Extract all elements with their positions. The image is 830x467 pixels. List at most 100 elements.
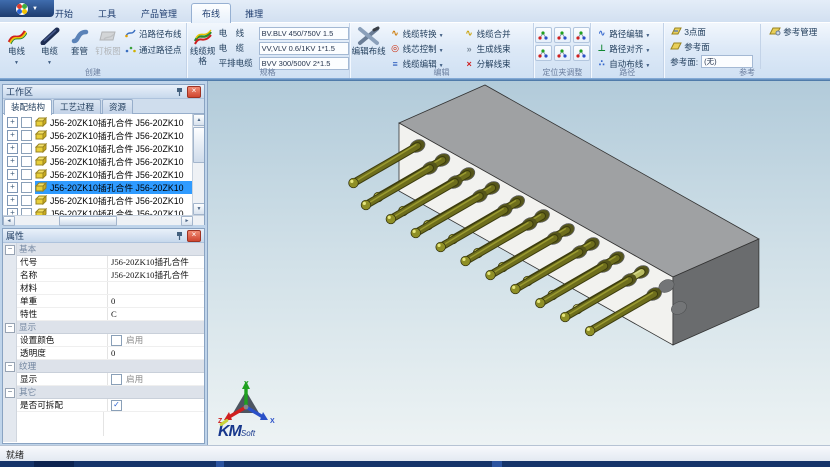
tree-item[interactable]: +J56-20ZK10插孔合件 J56-20ZK10 xyxy=(3,129,193,142)
edit-route-button[interactable]: 编辑布线 xyxy=(350,24,388,66)
property-value[interactable]: J56-20ZK10插孔合件 xyxy=(108,269,204,281)
workspace-tab-1[interactable]: 工艺过程 xyxy=(53,99,101,114)
clamp-adjust-button-4[interactable] xyxy=(554,45,571,61)
clamp-adjust-button-1[interactable] xyxy=(554,27,571,43)
app-tab-1[interactable]: 工具 xyxy=(87,3,127,22)
tree-checkbox[interactable] xyxy=(21,156,32,167)
spec-field-1[interactable]: VV,VLV 0.6/1KV 1*1.5 xyxy=(259,42,349,55)
edit-button-1[interactable]: »生成线束 xyxy=(462,41,513,56)
tree-item[interactable]: +J56-20ZK10插孔合件 J56-20ZK10 xyxy=(3,207,193,215)
tree-item[interactable]: +J56-20ZK10插孔合件 J56-20ZK10 xyxy=(3,155,193,168)
workspace-tab-0[interactable]: 装配结构 xyxy=(4,99,52,115)
property-section-9[interactable]: 纹理 xyxy=(16,360,204,373)
property-value[interactable]: 启用 xyxy=(108,373,204,385)
path-menu-0[interactable]: ∿路径编辑 xyxy=(594,26,652,41)
app-logo-icon xyxy=(16,3,28,15)
app-tab-0[interactable]: 开始 xyxy=(44,3,84,22)
expand-icon[interactable]: + xyxy=(7,182,18,193)
ref-plane-field-label: 参考面: xyxy=(670,56,698,68)
spec-field-0[interactable]: BV.BLV 450/750V 1.5 xyxy=(259,27,349,40)
scroll-left-button[interactable] xyxy=(3,216,15,226)
cable-spec-button[interactable]: 线缆规格 xyxy=(187,24,219,66)
ref-manage-button[interactable]: 参考管理 xyxy=(767,24,819,39)
property-section-11[interactable]: 其它 xyxy=(16,386,204,399)
property-value[interactable]: 0 xyxy=(108,295,204,307)
path-menu-1[interactable]: ⊥路径对齐 xyxy=(594,41,652,56)
expand-icon[interactable]: + xyxy=(7,156,18,167)
cable-button[interactable]: 电缆 xyxy=(33,24,66,66)
expand-icon[interactable]: + xyxy=(7,195,18,206)
tree-checkbox[interactable] xyxy=(21,169,32,180)
expand-icon[interactable]: + xyxy=(7,130,18,141)
scroll-right-button[interactable] xyxy=(181,216,193,226)
scroll-thumb[interactable] xyxy=(193,127,204,163)
tree-item[interactable]: +J56-20ZK10插孔合件 J56-20ZK10 xyxy=(3,168,193,181)
property-value[interactable]: 0 xyxy=(108,347,204,359)
app-tab-4[interactable]: 推理 xyxy=(234,3,274,22)
expand-icon[interactable]: + xyxy=(7,143,18,154)
property-checkbox[interactable] xyxy=(111,400,122,411)
property-value[interactable]: 启用 xyxy=(108,334,204,346)
tree-checkbox[interactable] xyxy=(21,130,32,141)
3d-viewport[interactable]: Y Z X KMSoft xyxy=(207,81,830,445)
edit-menu-1[interactable]: ◎线芯控制 xyxy=(388,41,462,56)
tree-checkbox[interactable] xyxy=(21,208,32,215)
assembly-tree: +J56-20ZK10插孔合件 J56-20ZK10+J56-20ZK10插孔合… xyxy=(3,114,204,215)
tree-item[interactable]: +J56-20ZK10插孔合件 J56-20ZK10 xyxy=(3,116,193,129)
tree-checkbox[interactable] xyxy=(21,143,32,154)
edit-button-0[interactable]: ∿线缆合并 xyxy=(462,26,513,41)
tree-item[interactable]: +J56-20ZK10插孔合件 J56-20ZK10 xyxy=(3,142,193,155)
collapse-icon[interactable] xyxy=(5,245,15,255)
path-menu-0-label: 路径编辑 xyxy=(609,28,643,40)
tree-checkbox[interactable] xyxy=(21,195,32,206)
scroll-up-button[interactable] xyxy=(193,114,204,126)
scroll-thumb[interactable] xyxy=(59,216,117,226)
collapse-icon[interactable] xyxy=(5,362,15,372)
pin-icon[interactable] xyxy=(174,87,185,97)
wire-button[interactable]: 电线 xyxy=(0,24,33,66)
property-value[interactable]: J56-20ZK10插孔合件 xyxy=(108,256,204,268)
collapse-icon[interactable] xyxy=(5,323,15,333)
dropdown-caret-icon xyxy=(439,44,444,54)
route-along-path-button[interactable]: 沿路径布线 xyxy=(123,27,184,41)
scroll-down-button[interactable] xyxy=(193,203,204,215)
property-value[interactable] xyxy=(108,282,204,294)
expand-icon[interactable]: + xyxy=(7,208,18,215)
expand-icon[interactable]: + xyxy=(7,169,18,180)
property-checkbox[interactable] xyxy=(111,335,122,346)
pinboard-button[interactable]: 钉板图 xyxy=(93,24,123,66)
edit-menu-0[interactable]: ∿线缆转换 xyxy=(388,26,462,41)
sleeve-button[interactable]: 套管 xyxy=(66,24,93,66)
tree-item[interactable]: +J56-20ZK10插孔合件 J56-20ZK10 xyxy=(3,194,193,207)
ref-plane-button[interactable]: 参考面 xyxy=(668,39,760,54)
workspace-tab-2[interactable]: 资源 xyxy=(102,99,133,114)
close-icon[interactable]: × xyxy=(187,86,201,98)
route-along-path-icon xyxy=(125,28,136,40)
property-section-6[interactable]: 显示 xyxy=(16,321,204,334)
expand-icon[interactable]: + xyxy=(7,117,18,128)
3d-model-canvas[interactable] xyxy=(208,81,830,445)
tree-checkbox[interactable] xyxy=(21,117,32,128)
clamp-adjust-button-5[interactable] xyxy=(573,45,590,61)
three-point-plane-button[interactable]: 3点面 xyxy=(668,24,760,39)
pin-icon[interactable] xyxy=(174,231,185,241)
property-value[interactable] xyxy=(108,399,204,411)
workspace-panel-title: 工作区 xyxy=(6,85,174,98)
property-section-0[interactable]: 基本 xyxy=(16,243,204,256)
status-bar: 就绪 xyxy=(0,445,830,462)
app-tab-3[interactable]: 布线 xyxy=(191,3,231,23)
collapse-icon[interactable] xyxy=(5,388,15,398)
close-icon[interactable]: × xyxy=(187,230,201,242)
via-path-points-button[interactable]: 通过路径点 xyxy=(123,43,184,57)
clamp-adjust-button-3[interactable] xyxy=(535,45,552,61)
ribbon-group-spec: 线缆规格 电 线BV.BLV 450/750V 1.5电 缆VV,VLV 0.6… xyxy=(187,23,350,79)
app-tab-2[interactable]: 产品管理 xyxy=(130,3,188,22)
clamp-adjust-button-0[interactable] xyxy=(535,27,552,43)
tree-checkbox[interactable] xyxy=(21,182,32,193)
tree-horizontal-scrollbar[interactable] xyxy=(3,215,204,225)
clamp-adjust-button-2[interactable] xyxy=(573,27,590,43)
property-checkbox[interactable] xyxy=(111,374,122,385)
tree-item-selected[interactable]: +J56-20ZK10插孔合件 J56-20ZK10 xyxy=(3,181,193,194)
property-value[interactable]: C xyxy=(108,308,204,320)
tree-vertical-scrollbar[interactable] xyxy=(192,114,204,215)
